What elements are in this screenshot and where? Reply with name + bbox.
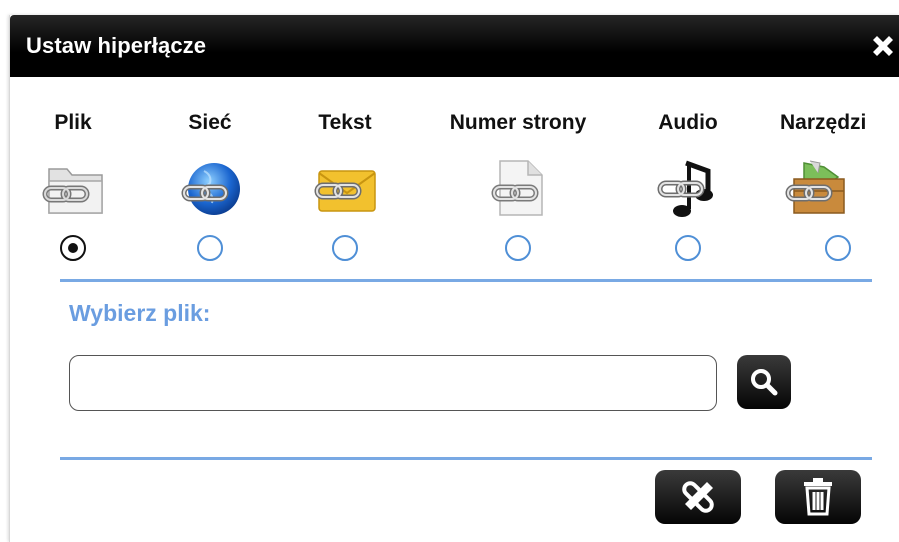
- top-divider: [60, 279, 872, 282]
- tab-audio-label: Audio: [658, 111, 718, 134]
- search-icon: [751, 369, 778, 396]
- tab-page-number-radio[interactable]: [505, 235, 531, 261]
- tab-page-number-label: Numer strony: [449, 111, 587, 134]
- tab-tools-radio[interactable]: [825, 235, 851, 261]
- page-link-icon: [491, 160, 543, 216]
- tab-tools[interactable]: Narzędzi: [780, 77, 899, 277]
- tab-text-label: Tekst: [318, 111, 372, 134]
- tab-text[interactable]: Tekst: [300, 77, 390, 277]
- choose-file-label: Wybierz plik:: [69, 300, 211, 326]
- tab-web-radio[interactable]: [197, 235, 223, 261]
- dialog-title: Ustaw hiperłącze: [26, 33, 207, 58]
- tab-file-label: Plik: [54, 111, 92, 134]
- broken-link-icon: [682, 481, 714, 513]
- link-type-tabs: Plik Sieć Tekst Numer strony Audio Narzę…: [10, 77, 899, 277]
- toolbox-link-icon: [785, 160, 845, 214]
- envelope-link-icon: [314, 170, 376, 212]
- hyperlink-dialog: Ustaw hiperłącze Plik Sieć Tekst Numer s…: [9, 15, 899, 542]
- tab-audio-radio[interactable]: [675, 235, 701, 261]
- folder-link-icon: [42, 168, 103, 214]
- tab-tools-label: Narzędzi: [780, 111, 867, 134]
- globe-link-icon: [181, 163, 240, 215]
- delete-button[interactable]: [775, 470, 861, 524]
- tab-audio[interactable]: Audio: [640, 77, 736, 277]
- tab-file[interactable]: Plik: [30, 77, 116, 277]
- trash-icon: [804, 478, 832, 516]
- tab-text-radio[interactable]: [332, 235, 358, 261]
- file-path-input[interactable]: [69, 355, 717, 411]
- bottom-divider: [60, 457, 872, 460]
- tab-page-number[interactable]: Numer strony: [430, 77, 606, 277]
- music-link-icon: [657, 160, 713, 217]
- dialog-titlebar: Ustaw hiperłącze: [10, 15, 899, 77]
- close-icon: [873, 36, 893, 56]
- tab-file-radio[interactable]: [60, 235, 86, 261]
- tab-web[interactable]: Sieć: [160, 77, 260, 277]
- unlink-button[interactable]: [655, 470, 741, 524]
- tab-web-label: Sieć: [188, 111, 232, 134]
- close-button[interactable]: [866, 29, 899, 63]
- browse-button[interactable]: [737, 355, 791, 409]
